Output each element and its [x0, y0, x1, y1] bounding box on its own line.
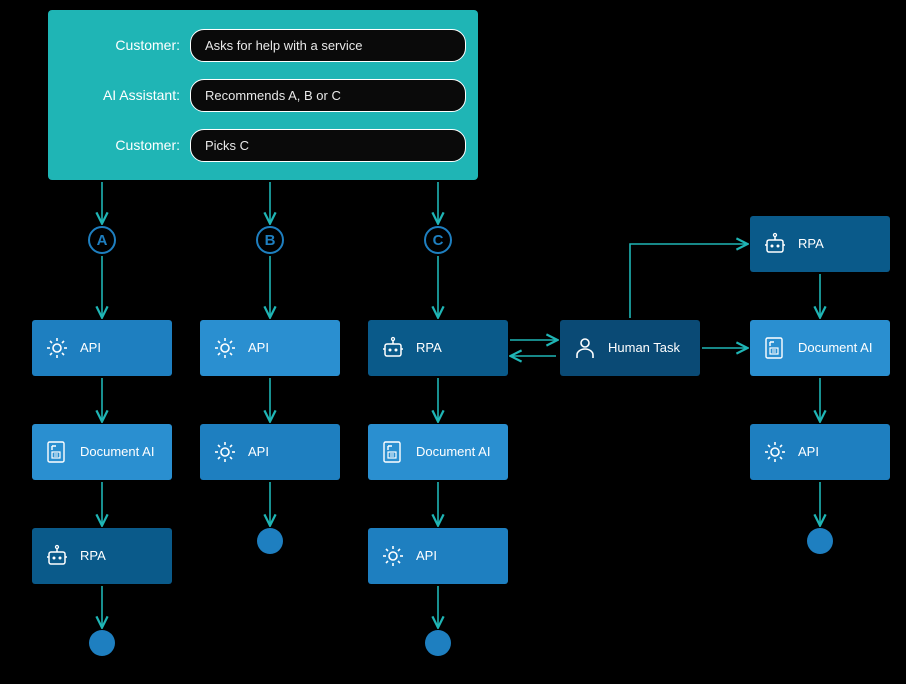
human-icon: [572, 335, 598, 361]
node-label: Document AI: [798, 341, 872, 356]
option-b: B: [256, 226, 284, 254]
node-label: RPA: [798, 237, 824, 252]
chat-panel: Customer: Asks for help with a service A…: [48, 10, 478, 180]
node-label: Document AI: [80, 445, 154, 460]
end-b: [257, 528, 283, 554]
node-label: API: [798, 445, 819, 460]
node-label: API: [416, 549, 437, 564]
option-c: C: [424, 226, 452, 254]
node-label: API: [248, 341, 269, 356]
chat-bubble-1: Asks for help with a service: [190, 29, 466, 62]
node-label: RPA: [80, 549, 106, 564]
robot-icon: [44, 543, 70, 569]
option-c-label: C: [433, 232, 444, 249]
gear-icon: [44, 335, 70, 361]
option-a: A: [88, 226, 116, 254]
chat-row-1: Customer: Asks for help with a service: [60, 29, 466, 62]
node-a-rpa: RPA: [32, 528, 172, 584]
node-label: Document AI: [416, 445, 490, 460]
option-b-label: B: [265, 232, 276, 249]
node-r-api: API: [750, 424, 890, 480]
gear-icon: [762, 439, 788, 465]
node-c-document-ai: Document AI: [368, 424, 508, 480]
node-r-rpa: RPA: [750, 216, 890, 272]
gear-icon: [380, 543, 406, 569]
end-r: [807, 528, 833, 554]
chat-label-customer-1: Customer:: [60, 37, 180, 53]
chat-label-assistant: AI Assistant:: [60, 87, 180, 103]
chat-bubble-3: Picks C: [190, 129, 466, 162]
node-label: RPA: [416, 341, 442, 356]
node-b-api-2: API: [200, 424, 340, 480]
end-c: [425, 630, 451, 656]
robot-icon: [380, 335, 406, 361]
end-a: [89, 630, 115, 656]
robot-icon: [762, 231, 788, 257]
node-c-rpa: RPA: [368, 320, 508, 376]
chat-label-customer-2: Customer:: [60, 137, 180, 153]
node-c-api: API: [368, 528, 508, 584]
document-ai-icon: [380, 439, 406, 465]
gear-icon: [212, 439, 238, 465]
node-a-api: API: [32, 320, 172, 376]
chat-row-3: Customer: Picks C: [60, 129, 466, 162]
chat-bubble-2: Recommends A, B or C: [190, 79, 466, 112]
document-ai-icon: [762, 335, 788, 361]
node-b-api-1: API: [200, 320, 340, 376]
gear-icon: [212, 335, 238, 361]
node-a-document-ai: Document AI: [32, 424, 172, 480]
option-a-label: A: [97, 232, 108, 249]
node-human-task: Human Task: [560, 320, 700, 376]
node-label: API: [248, 445, 269, 460]
node-r-document-ai: Document AI: [750, 320, 890, 376]
node-label: API: [80, 341, 101, 356]
chat-row-2: AI Assistant: Recommends A, B or C: [60, 79, 466, 112]
node-label: Human Task: [608, 341, 680, 356]
document-ai-icon: [44, 439, 70, 465]
